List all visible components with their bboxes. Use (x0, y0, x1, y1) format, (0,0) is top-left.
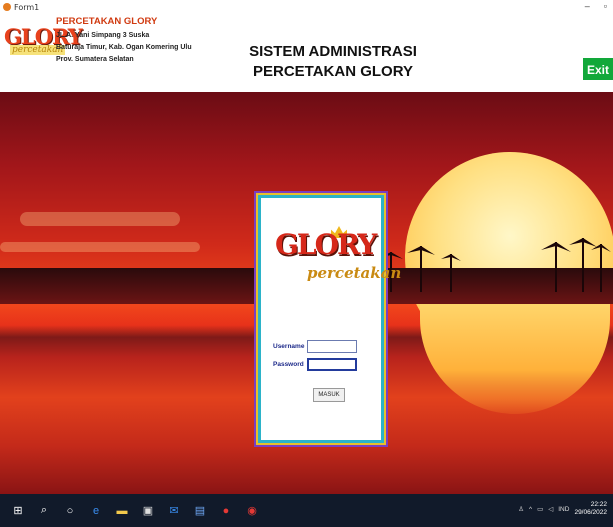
window-controls: – ▫ (585, 1, 607, 11)
sun-reflection-shape (420, 304, 610, 414)
clock-date: 29/06/2022 (574, 509, 607, 516)
system-title-line-2: PERCETAKAN GLORY (252, 63, 413, 80)
file-explorer-icon[interactable]: ▬ (114, 503, 130, 519)
company-address-block: PERCETAKAN GLORY JL.A. Yani Simpang 3 Su… (56, 16, 192, 63)
mail-icon[interactable]: ✉ (166, 503, 182, 519)
network-icon[interactable]: ▭ (537, 505, 543, 513)
header: GLORY percetakan PERCETAKAN GLORY JL.A. … (0, 14, 613, 92)
window-title: Form1 (14, 2, 40, 12)
people-icon[interactable]: ♙ (518, 505, 524, 513)
app-window-icon[interactable]: ▤ (192, 503, 208, 519)
login-card: GLORY percetakan Username Password MASUK (258, 195, 401, 443)
store-icon[interactable]: ▣ (140, 503, 156, 519)
app-icon (3, 3, 11, 11)
task-view-icon[interactable]: ○ (62, 503, 78, 519)
company-name: PERCETAKAN GLORY (56, 16, 158, 27)
maximize-icon[interactable]: ▫ (604, 1, 607, 11)
system-tray: ♙ ^ ▭ ◁ IND 22:22 29/06/2022 (518, 501, 607, 517)
palm-trees-silhouette (379, 238, 611, 292)
volume-icon[interactable]: ◁ (548, 505, 553, 513)
login-button[interactable]: MASUK (313, 388, 345, 402)
record-icon[interactable]: ● (218, 503, 234, 519)
edge-browser-icon[interactable]: e (88, 503, 104, 519)
windows-start-icon[interactable]: ⊞ (10, 503, 26, 519)
username-input[interactable] (307, 340, 357, 353)
system-title: SISTEM ADMINISTRASI PERCETAKAN GLORY (243, 42, 423, 82)
address-line-2: Baturaja Timur, Kab. Ogan Komering Ulu (56, 44, 192, 51)
search-icon[interactable]: ⌕ (36, 503, 52, 519)
system-title-line-1: SISTEM ADMINISTRASI (249, 43, 417, 60)
login-logo-percetakan: percetakan (307, 264, 402, 282)
app-running-icon[interactable]: ◉ (244, 503, 260, 519)
clock-time: 22:22 (590, 501, 607, 508)
login-logo-glory: GLORY (275, 228, 377, 261)
app-window: Form1 – ▫ GLORY percetakan PERCETAKAN GL… (0, 0, 613, 527)
taskbar: ⊞ ⌕ ○ e ▬ ▣ ✉ ▤ ● ◉ ♙ ^ ▭ ◁ IND 22:22 29… (0, 494, 613, 527)
password-row: Password (273, 358, 357, 371)
password-label: Password (273, 361, 304, 368)
language-indicator[interactable]: IND (558, 506, 569, 513)
address-line-1: JL.A. Yani Simpang 3 Suska (56, 32, 150, 39)
username-label: Username (273, 343, 305, 350)
chevron-up-icon[interactable]: ^ (529, 506, 532, 513)
minimize-icon[interactable]: – (585, 1, 590, 11)
header-logo: GLORY percetakan (4, 24, 83, 60)
address-line-3: Prov. Sumatera Selatan (56, 56, 134, 63)
username-row: Username (273, 340, 357, 353)
cloud-shape (0, 242, 200, 252)
login-logo: GLORY percetakan (267, 226, 401, 294)
password-input[interactable] (307, 358, 357, 371)
title-bar: Form1 – ▫ (0, 0, 613, 14)
clock[interactable]: 22:22 29/06/2022 (574, 501, 607, 517)
exit-button[interactable]: Exit (583, 58, 613, 80)
cloud-shape (20, 212, 180, 226)
